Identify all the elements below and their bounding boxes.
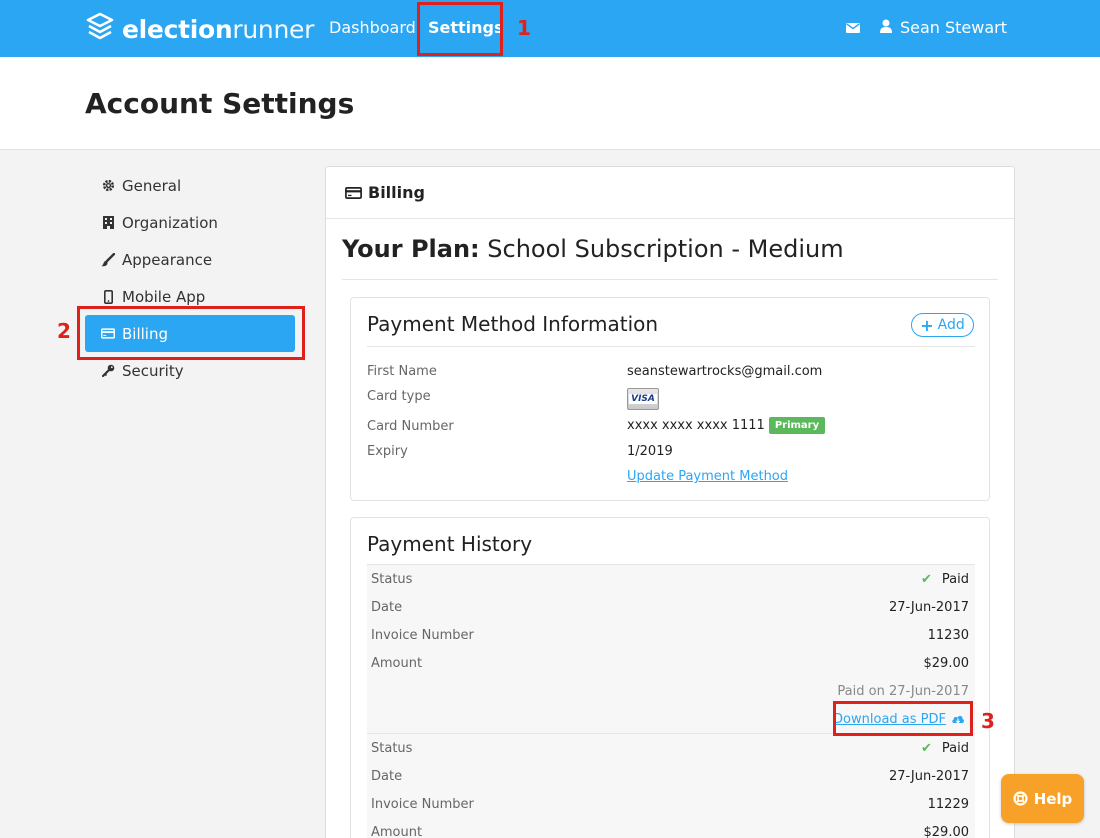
date-label: Date	[371, 599, 403, 615]
sidebar-item-label: Organization	[122, 213, 218, 232]
payment-row-invoice: Invoice Number 11229	[371, 790, 969, 818]
amount-value: $29.00	[923, 824, 970, 838]
payment-row-date: Date 27-Jun-2017	[371, 762, 969, 790]
check-icon: ✔	[921, 740, 932, 756]
plan-name: School Subscription - Medium	[487, 235, 844, 263]
primary-badge: Primary	[768, 417, 826, 434]
billing-header-label: Billing	[368, 183, 425, 202]
annotation-box-settings	[417, 2, 503, 56]
credit-card-icon	[345, 186, 362, 199]
sidebar-item-label: Appearance	[122, 250, 213, 269]
status-label: Status	[371, 740, 413, 756]
status-value: Paid	[941, 571, 969, 587]
help-button[interactable]: Help	[1001, 774, 1084, 823]
divider	[342, 279, 998, 280]
payment-row-date: Date 27-Jun-2017	[371, 593, 969, 621]
date-value: 27-Jun-2017	[888, 599, 969, 615]
expiry-label: Expiry	[367, 444, 408, 459]
sidebar-item-label: Mobile App	[122, 287, 206, 306]
check-icon: ✔	[921, 571, 932, 587]
logo[interactable]: electionrunner	[86, 12, 315, 46]
invoice-value: 11230	[927, 627, 969, 643]
invoice-label: Invoice Number	[371, 796, 474, 812]
card-number-label: Card Number	[367, 419, 454, 434]
date-label: Date	[371, 768, 403, 784]
divider	[367, 346, 975, 347]
user-icon	[879, 18, 892, 37]
update-payment-method-link[interactable]: Update Payment Method	[627, 469, 788, 484]
top-navbar: electionrunner Dashboard Settings Sean S…	[0, 0, 1100, 57]
payment-history-panel: Payment History Status ✔ Paid Date 27-Jun…	[350, 517, 990, 838]
payment-row-invoice: Invoice Number 11230	[371, 621, 969, 649]
invoice-value: 11229	[927, 796, 969, 812]
payment-method-panel: Payment Method Information + Add First N…	[350, 297, 990, 501]
date-value: 27-Jun-2017	[888, 768, 969, 784]
page-title: Account Settings	[85, 87, 355, 120]
plan-label: Your Plan:	[342, 235, 480, 263]
amount-value: $29.00	[923, 655, 970, 671]
plan-title: Your Plan: School Subscription - Medium	[342, 235, 844, 263]
amount-label: Amount	[371, 824, 423, 838]
nav-dashboard[interactable]: Dashboard	[329, 18, 416, 37]
sidebar-item-organization[interactable]: Organization	[85, 204, 295, 241]
plus-icon: +	[920, 315, 934, 335]
visa-card-text: VISA	[629, 394, 657, 404]
payment-row-amount: Amount $29.00	[371, 649, 969, 677]
amount-label: Amount	[371, 655, 423, 671]
card-number-value: xxxx xxxx xxxx 1111 Primary	[627, 417, 826, 434]
key-icon	[101, 364, 115, 378]
mail-icon[interactable]	[845, 18, 860, 37]
payment-row-status: Status ✔ Paid	[371, 565, 969, 593]
payment-row-amount: Amount $29.00	[371, 818, 969, 838]
status-label: Status	[371, 571, 413, 587]
payment-method-title: Payment Method Information	[367, 312, 659, 336]
lifebuoy-icon	[1013, 791, 1028, 806]
expiry-value: 1/2019	[627, 444, 673, 459]
visa-card-icon: VISA	[627, 388, 659, 410]
logo-layers-icon	[86, 12, 114, 46]
payment-row-status: Status ✔ Paid	[371, 734, 969, 762]
annotation-number-1: 1	[517, 16, 531, 40]
sidebar-item-label: General	[122, 176, 182, 195]
annotation-box-download	[833, 701, 973, 736]
logo-text-bold: election	[122, 14, 233, 44]
annotation-number-2: 2	[57, 319, 71, 343]
first-name-value: seanstewartrocks@gmail.com	[627, 364, 823, 379]
add-payment-method-button[interactable]: + Add	[911, 313, 974, 337]
brush-icon	[101, 252, 115, 267]
sidebar-item-appearance[interactable]: Appearance	[85, 241, 295, 278]
invoice-label: Invoice Number	[371, 627, 474, 643]
sidebar-item-general[interactable]: General	[85, 167, 295, 204]
add-button-label: Add	[937, 317, 965, 333]
billing-card: Billing Your Plan: School Subscription -…	[325, 166, 1015, 838]
mobile-icon	[101, 289, 115, 304]
user-menu[interactable]: Sean Stewart	[900, 18, 1007, 37]
help-label: Help	[1033, 789, 1073, 808]
building-icon	[101, 216, 115, 230]
page-header: Account Settings	[0, 57, 1100, 150]
logo-text-light: runner	[232, 14, 315, 44]
gear-icon	[101, 179, 115, 193]
billing-card-header: Billing	[326, 167, 1014, 219]
annotation-number-3: 3	[981, 709, 995, 733]
payment-history-title: Payment History	[367, 532, 533, 556]
sidebar-item-label: Security	[122, 361, 184, 380]
card-type-label: Card type	[367, 389, 431, 404]
card-number-text: xxxx xxxx xxxx 1111	[627, 418, 765, 433]
annotation-box-billing	[77, 306, 305, 360]
first-name-label: First Name	[367, 364, 437, 379]
paid-on-text: Paid on 27-Jun-2017	[837, 684, 969, 699]
status-value: Paid	[941, 740, 969, 756]
